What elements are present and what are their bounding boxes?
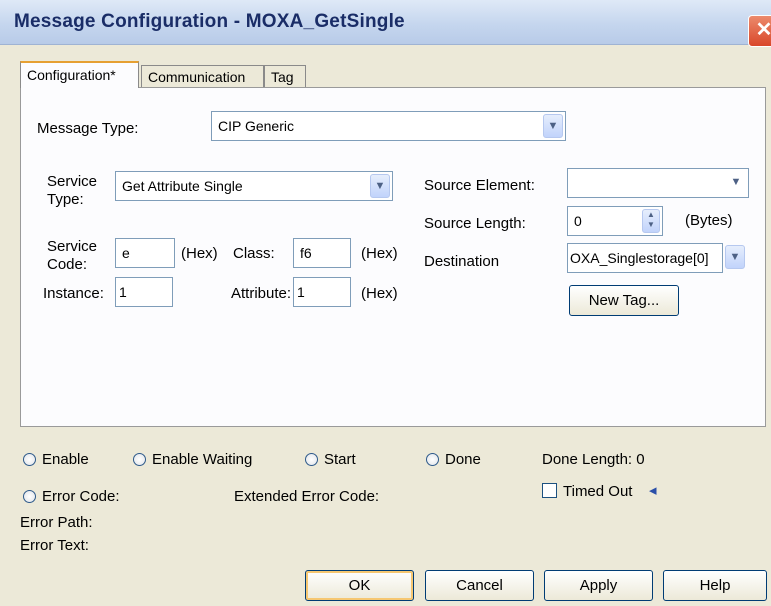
- message-type-value: CIP Generic: [218, 118, 294, 134]
- service-type-value: Get Attribute Single: [122, 178, 243, 194]
- source-length-label: Source Length:: [424, 215, 526, 232]
- service-type-select[interactable]: Get Attribute Single ▼: [115, 171, 393, 201]
- source-element-label: Source Element:: [424, 177, 535, 194]
- error-path-label: Error Path:: [20, 514, 93, 531]
- arrow-left-icon: ◂: [649, 482, 657, 499]
- new-tag-button[interactable]: New Tag...: [569, 285, 679, 316]
- timed-out-checkbox[interactable]: [542, 483, 557, 498]
- start-label: Start: [324, 451, 356, 468]
- source-length-input[interactable]: 0 ▲ ▼: [567, 206, 663, 236]
- done-length-label: Done Length: 0: [542, 451, 645, 468]
- chevron-down-icon[interactable]: ▼: [726, 171, 746, 195]
- extended-error-code-label: Extended Error Code:: [234, 488, 380, 505]
- message-type-label: Message Type:: [37, 120, 139, 137]
- source-length-value: 0: [574, 213, 582, 229]
- start-indicator: [305, 453, 318, 466]
- instance-input[interactable]: 1: [115, 277, 173, 307]
- done-label: Done: [445, 451, 481, 468]
- enable-waiting-indicator: [133, 453, 146, 466]
- bytes-label: (Bytes): [685, 212, 733, 229]
- tab-communication[interactable]: Communication: [141, 65, 264, 87]
- error-code-label: Error Code:: [42, 488, 120, 505]
- enable-waiting-label: Enable Waiting: [152, 451, 253, 468]
- enable-indicator: [23, 453, 36, 466]
- destination-input[interactable]: OXA_Singlestorage[0]: [567, 243, 723, 273]
- title-bar: Message Configuration - MOXA_GetSingle ✕: [0, 0, 771, 47]
- service-code-hex-label: (Hex): [181, 245, 218, 262]
- error-text-label: Error Text:: [20, 537, 89, 554]
- spinner-icon[interactable]: ▲ ▼: [642, 209, 660, 233]
- destination-label: Destination: [424, 253, 500, 270]
- message-type-select[interactable]: CIP Generic ▼: [211, 111, 566, 141]
- instance-label: Instance:: [43, 285, 104, 302]
- dialog-window: Message Configuration - MOXA_GetSingle ✕…: [0, 0, 771, 606]
- cancel-button[interactable]: Cancel: [425, 570, 534, 601]
- error-code-indicator: [23, 490, 36, 503]
- tab-configuration[interactable]: Configuration*: [20, 61, 139, 88]
- enable-label: Enable: [42, 451, 89, 468]
- service-code-label-line2: Code:: [47, 256, 88, 273]
- tab-tag[interactable]: Tag: [264, 65, 306, 87]
- attribute-input[interactable]: 1: [293, 277, 351, 307]
- window-title: Message Configuration - MOXA_GetSingle: [14, 11, 405, 32]
- close-icon: ✕: [755, 19, 771, 41]
- class-hex-label: (Hex): [361, 245, 398, 262]
- close-button[interactable]: ✕: [748, 15, 771, 47]
- apply-button[interactable]: Apply: [544, 570, 653, 601]
- chevron-down-icon[interactable]: ▼: [543, 114, 563, 138]
- service-type-label-line1: Service: [47, 173, 98, 190]
- attribute-hex-label: (Hex): [361, 285, 398, 302]
- service-code-input[interactable]: e: [115, 238, 175, 268]
- chevron-down-icon[interactable]: ▼: [370, 174, 390, 198]
- timed-out-label: Timed Out: [563, 483, 633, 500]
- chevron-down-icon[interactable]: ▼: [725, 245, 745, 269]
- help-button[interactable]: Help: [663, 570, 767, 601]
- ok-button[interactable]: OK: [305, 570, 414, 601]
- attribute-label: Attribute:: [231, 285, 292, 302]
- done-indicator: [426, 453, 439, 466]
- class-label: Class:: [233, 245, 275, 262]
- configuration-panel: Message Type: CIP Generic ▼ Service Type…: [20, 87, 766, 427]
- class-input[interactable]: f6: [293, 238, 351, 268]
- source-element-select[interactable]: ▼: [567, 168, 749, 198]
- service-code-label-line1: Service: [47, 238, 98, 255]
- service-type-label-line2: Type:: [47, 191, 84, 208]
